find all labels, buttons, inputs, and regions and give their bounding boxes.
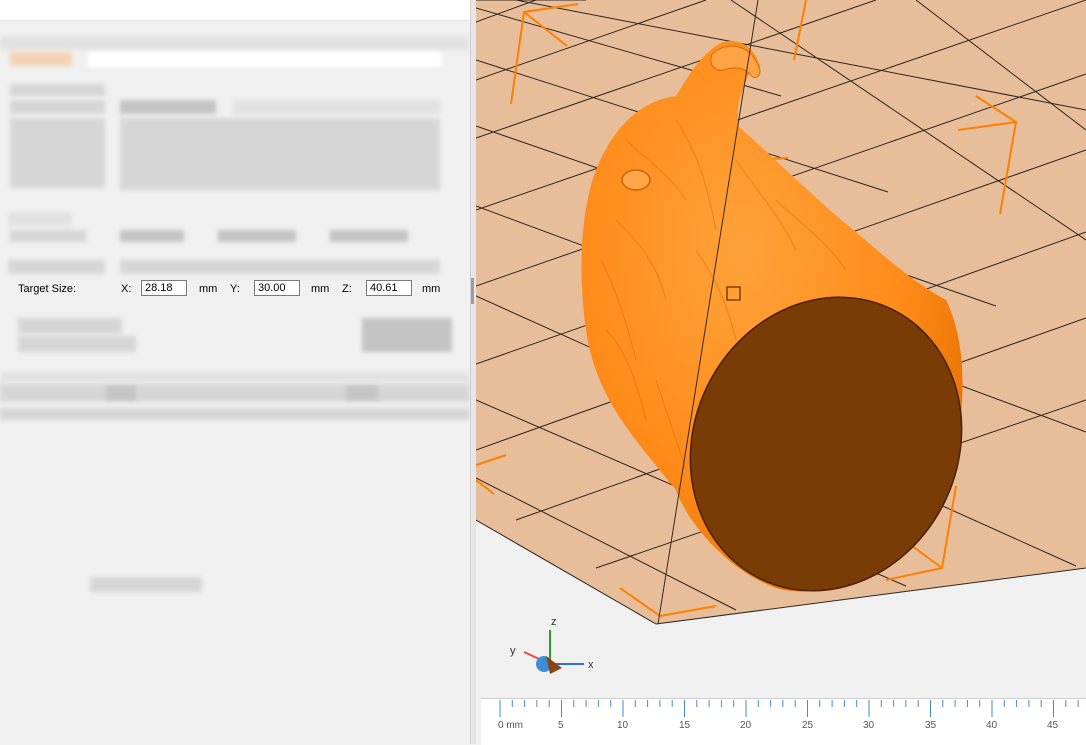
- target-size-y-input[interactable]: [254, 280, 300, 296]
- ruler-tick-15: 15: [679, 720, 691, 731]
- triad-y-label: y: [510, 645, 516, 657]
- ruler-unit-label: 0 mm: [498, 720, 523, 731]
- obscured-control: [233, 100, 441, 114]
- y-unit: mm: [311, 283, 330, 295]
- panel-title-strip: [0, 0, 472, 21]
- obscured-group: [10, 118, 105, 188]
- y-label: Y:: [230, 283, 240, 295]
- ruler-tick-20: 20: [740, 720, 752, 731]
- ruler-tick-10: 10: [617, 720, 629, 731]
- obscured-label: [8, 212, 72, 226]
- obscured-button-row: [0, 384, 470, 402]
- obscured-button: [106, 386, 136, 400]
- target-size-row: Target Size: X: mm Y: mm Z: mm: [0, 277, 470, 301]
- scene-svg[interactable]: z x y: [476, 0, 1086, 744]
- ruler-tick-5: 5: [558, 720, 564, 731]
- obscured-control: [120, 100, 216, 114]
- obscured-icon: [10, 52, 72, 66]
- obscured-control: [218, 230, 296, 242]
- obscured-separator: [0, 408, 470, 420]
- measurement-ruler: 0 mm 5 10 15 20 25 30 35 40 45: [481, 698, 1086, 745]
- obscured-label: [8, 260, 105, 274]
- target-size-z-input[interactable]: [366, 280, 412, 296]
- obscured-grid: [120, 118, 440, 190]
- obscured-header: [0, 36, 470, 50]
- obscured-button: [346, 386, 378, 400]
- z-unit: mm: [422, 283, 441, 295]
- obscured-separator: [0, 372, 470, 382]
- x-label: X:: [121, 283, 132, 295]
- ruler-tick-45: 45: [1047, 720, 1059, 731]
- ruler-tick-40: 40: [986, 720, 998, 731]
- triad-x-label: x: [588, 659, 594, 671]
- obscured-label: [18, 318, 122, 334]
- x-unit: mm: [199, 283, 218, 295]
- splitter-grip[interactable]: [471, 278, 474, 304]
- ruler-tick-25: 25: [802, 720, 814, 731]
- obscured-label: [10, 84, 105, 96]
- 3d-viewport[interactable]: z x y: [476, 0, 1086, 744]
- obscured-row: [120, 260, 440, 274]
- ruler-tick-35: 35: [925, 720, 937, 731]
- eagle-eye: [621, 169, 651, 191]
- obscured-text: [90, 577, 202, 592]
- ruler-tick-30: 30: [863, 720, 875, 731]
- obscured-label: [18, 336, 136, 352]
- target-size-label: Target Size:: [18, 283, 77, 295]
- obscured-label: [10, 100, 105, 114]
- obscured-button: [362, 318, 452, 352]
- scale-panel: Target Size: X: mm Y: mm Z: mm: [0, 0, 477, 744]
- obscured-label: [10, 230, 86, 242]
- axis-triad-icon: [523, 630, 584, 674]
- z-label: Z:: [342, 283, 352, 295]
- target-size-x-input[interactable]: [141, 280, 187, 296]
- obscured-field: [88, 52, 442, 67]
- obscured-control: [120, 230, 184, 242]
- obscured-control: [330, 230, 408, 242]
- triad-z-label: z: [551, 616, 557, 628]
